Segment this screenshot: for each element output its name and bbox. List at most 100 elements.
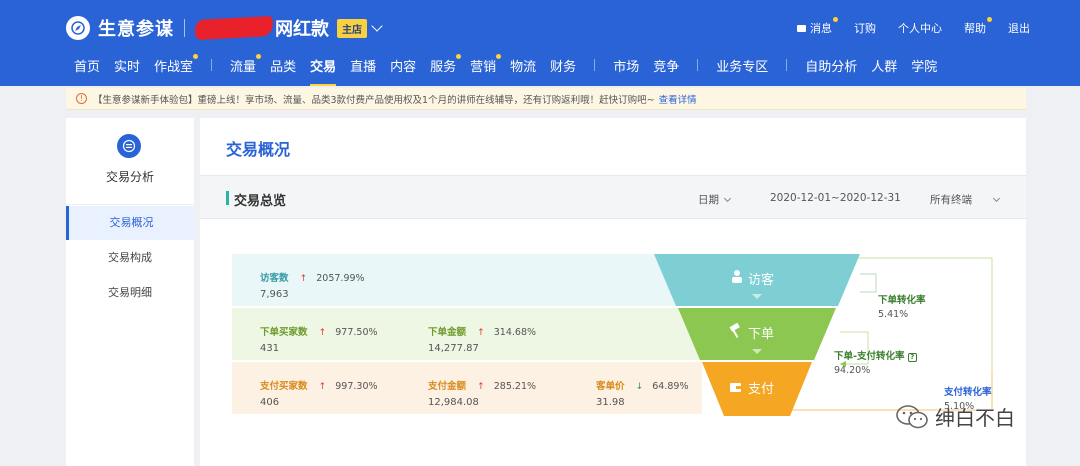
wechat-icon	[895, 404, 929, 430]
nav-marketing[interactable]: 营销	[470, 53, 502, 79]
date-range-picker[interactable]: 2020-12-01~2020-12-31	[770, 192, 901, 204]
nav-divider	[594, 59, 596, 71]
sidebar-divider	[66, 204, 194, 205]
metric-change: 2057.99%	[316, 273, 365, 284]
profile-label: 个人中心	[898, 22, 942, 35]
brand[interactable]: 生意参谋 网红款 主店	[66, 14, 383, 42]
help-label: 帮助	[964, 22, 986, 35]
page-title: 交易概况	[226, 140, 291, 159]
metric-change: 997.30%	[335, 381, 378, 392]
nav-academy[interactable]: 学院	[911, 56, 937, 79]
user-menu: 消息 订购 个人中心 帮助 退出	[775, 17, 1030, 36]
sidebar-item-details[interactable]: 交易明细	[66, 276, 194, 310]
arrow-up-icon: ↑	[318, 382, 327, 392]
notification-dot	[456, 53, 462, 59]
info-icon: !	[76, 93, 87, 104]
date-type-select[interactable]: 日期	[698, 192, 732, 207]
metric-value: 14,277.87	[428, 343, 479, 354]
messages-link[interactable]: 消息	[797, 17, 838, 36]
shop-name: 网红款	[275, 19, 329, 40]
subscribe-link[interactable]: 订购	[854, 20, 876, 36]
nav-service[interactable]: 服务	[430, 53, 462, 79]
nav-competition[interactable]: 竞争	[653, 56, 679, 79]
nav-category[interactable]: 品类	[270, 56, 296, 79]
funnel-stage-label: 下单	[748, 327, 774, 342]
nav-label: 直播	[350, 59, 377, 75]
logout-label: 退出	[1008, 22, 1030, 35]
nav-market[interactable]: 市场	[613, 56, 639, 79]
notice-details-link[interactable]: 查看详情	[659, 92, 697, 106]
brand-name: 生意参谋	[98, 19, 174, 40]
order-row: 下单买家数 ↑ 977.50% 431 下单金额 ↑ 314.68% 14,27…	[232, 308, 702, 360]
redaction-mark	[194, 15, 274, 41]
metric-label: 下单金额	[428, 327, 467, 338]
conversion-label-text: 下单-支付转化率	[834, 351, 905, 362]
nav-label: 流量	[230, 59, 257, 75]
sidebar: 交易分析 交易概况 交易构成 交易明细	[66, 118, 194, 466]
order-pay-conversion: 下单-支付转化率 ? 94.20%	[834, 348, 917, 376]
nav-realtime[interactable]: 实时	[114, 56, 140, 79]
metric-visitors: 访客数 ↑ 2057.99% 7,963	[260, 266, 365, 300]
brand-divider	[184, 19, 185, 37]
nav-finance[interactable]: 财务	[550, 56, 576, 79]
notification-dot	[833, 17, 838, 22]
nav-label: 营销	[470, 59, 497, 75]
arrow-up-icon: ↑	[318, 328, 327, 338]
nav-label: 财务	[550, 59, 577, 75]
sidebar-item-label: 交易构成	[108, 251, 152, 264]
nav-label: 服务	[430, 59, 457, 75]
chevron-down-icon[interactable]	[371, 20, 383, 32]
help-icon[interactable]: ?	[907, 353, 917, 362]
sidebar-title: 交易分析	[105, 170, 154, 184]
nav-label: 物流	[510, 59, 537, 75]
notification-dot	[193, 53, 199, 59]
nav-label: 实时	[114, 59, 141, 75]
shop-badge: 主店	[337, 18, 367, 38]
nav-self-analysis[interactable]: 自助分析	[805, 56, 857, 79]
main-nav: 首页 实时 作战室 流量 品类 交易 直播 内容 服务 营销 物流 财务 市场 …	[74, 53, 951, 86]
funnel-stage-label: 支付	[748, 382, 774, 397]
nav-trade[interactable]: 交易	[310, 56, 337, 86]
arrow-down-icon: ↓	[635, 382, 644, 392]
nav-label: 内容	[390, 59, 417, 75]
arrow-up-icon: ↑	[477, 328, 485, 338]
nav-label: 首页	[74, 59, 101, 75]
nav-label: 学院	[911, 59, 938, 75]
metric-change: 314.68%	[493, 327, 537, 338]
logout-link[interactable]: 退出	[1008, 20, 1030, 36]
sidebar-item-composition[interactable]: 交易构成	[66, 241, 194, 275]
message-icon	[797, 24, 806, 32]
sidebar-item-overview[interactable]: 交易概况	[66, 206, 194, 240]
terminal-select[interactable]: 所有终端	[930, 192, 1001, 207]
notice-text: 【生意参谋新手体验包】重磅上线！享市场、流量、品类3款付费产品使用权及1个月的讲…	[93, 94, 655, 106]
nav-home[interactable]: 首页	[74, 56, 100, 79]
nav-label: 作战室	[154, 59, 194, 75]
metric-label: 访客数	[260, 273, 289, 284]
nav-business-zone[interactable]: 业务专区	[716, 56, 768, 79]
notice-banner: ! 【生意参谋新手体验包】重磅上线！享市场、流量、品类3款付费产品使用权及1个月…	[66, 88, 1026, 110]
notification-dot	[987, 17, 992, 22]
nav-logistics[interactable]: 物流	[510, 56, 536, 79]
nav-label: 交易	[310, 59, 337, 75]
metric-label: 下单买家数	[260, 327, 308, 338]
order-conversion: 下单转化率 5.41%	[878, 292, 926, 320]
funnel-stage-label: 访客	[748, 272, 774, 288]
nav-audience[interactable]: 人群	[871, 56, 897, 79]
nav-live[interactable]: 直播	[350, 56, 376, 79]
section-marker	[226, 191, 229, 205]
notification-dot	[256, 53, 262, 59]
nav-traffic[interactable]: 流量	[230, 53, 262, 79]
metric-label: 支付金额	[428, 381, 467, 392]
sidebar-item-label: 交易明细	[108, 286, 152, 299]
nav-label: 品类	[270, 59, 297, 75]
profile-link[interactable]: 个人中心	[898, 20, 942, 36]
nav-divider	[697, 59, 699, 71]
nav-content[interactable]: 内容	[390, 56, 416, 79]
metric-order-amount: 下单金额 ↑ 314.68% 14,277.87	[428, 320, 536, 354]
terminal-value: 所有终端	[930, 194, 972, 206]
nav-divider	[211, 59, 213, 71]
watermark: 绅白不白	[895, 402, 1015, 431]
compass-logo-icon	[66, 16, 90, 40]
help-link[interactable]: 帮助	[964, 17, 992, 36]
nav-war-room[interactable]: 作战室	[154, 53, 199, 79]
